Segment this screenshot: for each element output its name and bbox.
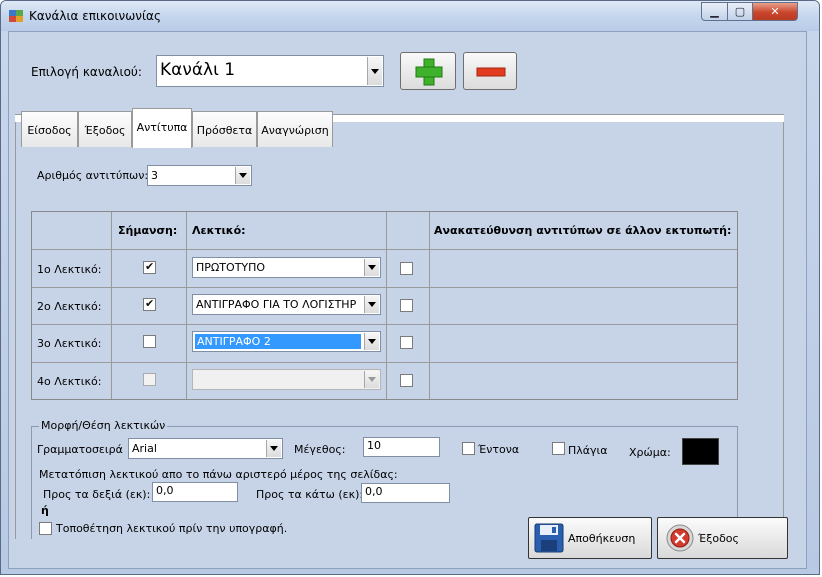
col-divider [429,212,430,399]
down-offset-label: Προς τα κάτω (εκ): [256,488,364,501]
color-swatch[interactable] [682,438,719,465]
row-divider [32,324,737,325]
channel-value: Κανάλι 1 [160,60,236,80]
captions-table [31,211,738,400]
mark-checkbox-1[interactable] [143,260,156,274]
floppy-disk-icon [534,523,564,553]
tab-output-label: Έξοδος [84,124,126,137]
header-mark: Σήμανση: [118,224,178,237]
tab-extras[interactable]: Πρόσθετα [192,111,257,147]
main-window: Κανάλια επικοινωνίας ▁ ▢ ✕ Επιλογή καναλ… [0,0,820,575]
row-label: 1ο Λεκτικό: [37,263,102,276]
font-value: Arial [132,442,157,455]
mark-checkbox-4 [143,373,156,386]
exit-label: Έξοδος [698,532,739,545]
row-divider [32,249,737,250]
caption-value-1: ΠΡΩΤΟΤΥΠΟ [196,261,266,274]
tab-output[interactable]: Έξοδος [78,111,132,147]
right-offset-label: Προς τα δεξιά (εκ): [43,488,151,501]
or-label: ή [41,504,49,517]
caption-select-2[interactable]: ΑΝΤΙΓΡΑΦΟ ΓΙΑ ΤΟ ΛΟΓΙΣΤΗΡ [192,294,381,315]
col-divider [111,212,112,399]
bold-checkbox[interactable] [462,442,475,455]
font-label: Γραμματοσειρά [37,443,123,456]
row-divider [32,362,737,363]
down-offset-input[interactable]: 0,0 [361,483,450,503]
redirect-checkbox-4[interactable] [400,374,413,387]
close-icon: ✕ [770,5,780,18]
minimize-icon: ▁ [710,5,719,18]
remove-channel-button[interactable] [463,52,517,90]
add-channel-button[interactable] [400,52,456,90]
channel-label: Επιλογή καναλιού: [31,65,142,79]
font-select[interactable]: Arial [128,438,283,459]
chevron-down-icon [266,440,281,457]
maximize-icon: ▢ [734,5,746,18]
header-redirect: Ανακατεύθυνση αντιτύπων σε άλλον εκτυπωτ… [434,224,732,237]
row-label: 3ο Λεκτικό: [37,337,102,350]
redirect-checkbox-2[interactable] [400,299,413,312]
title-bar: Κανάλια επικοινωνίας ▁ ▢ ✕ [1,1,819,31]
minus-icon [476,67,506,77]
size-input[interactable]: 10 [363,437,440,457]
save-button[interactable]: Αποθήκευση [528,517,652,559]
tab-copies-label: Αντίτυπα [136,121,188,134]
copies-label: Αριθμός αντιτύπων: [37,169,149,182]
maximize-button[interactable]: ▢ [727,2,753,21]
caption-select-4 [192,369,381,390]
tab-recognition-label: Αναγνώριση [261,124,329,137]
header-caption: Λεκτικό: [192,224,246,237]
color-label: Χρώμα: [629,446,671,459]
redirect-checkbox-1[interactable] [400,262,413,275]
plus-icon [415,58,443,86]
chevron-down-icon [364,296,379,313]
col-divider [186,212,187,399]
caption-value-2: ΑΝΤΙΓΡΑΦΟ ΓΙΑ ΤΟ ΛΟΓΙΣΤΗΡ [196,298,357,311]
redirect-checkbox-3[interactable] [400,336,413,349]
tab-recognition[interactable]: Αναγνώριση [257,111,333,147]
chevron-down-icon [364,259,379,276]
offset-label: Μετατόπιση λεκτικού απο το πάνω αριστερό… [39,468,398,481]
save-label: Αποθήκευση [568,532,636,545]
row-label: 4ο Λεκτικό: [37,375,102,388]
caption-select-1[interactable]: ΠΡΩΤΟΤΥΠΟ [192,257,381,278]
exit-button[interactable]: Έξοδος [657,517,788,559]
col-divider [386,212,387,399]
italic-checkbox[interactable] [552,442,565,455]
mark-checkbox-3[interactable] [143,335,156,348]
format-group-title: Μορφή/Θέση λεκτικών [39,419,168,432]
tab-extras-label: Πρόσθετα [196,124,253,137]
cancel-icon [666,524,694,552]
row-label: 2ο Λεκτικό: [37,300,102,313]
minimize-button[interactable]: ▁ [701,2,728,21]
row-divider [32,287,737,288]
app-icon [9,10,23,22]
right-offset-input[interactable]: 0,0 [152,482,238,502]
caption-select-3[interactable]: ΑΝΤΙΓΡΑΦΟ 2 [192,331,381,352]
size-label: Μέγεθος: [294,443,346,456]
window-title: Κανάλια επικοινωνίας [29,9,161,23]
mark-checkbox-2[interactable] [143,297,156,311]
caption-value-3: ΑΝΤΙΓΡΑΦΟ 2 [195,334,361,349]
copies-select[interactable]: 3 [147,165,252,186]
close-button[interactable]: ✕ [752,2,798,21]
before-signature-label: Τοποθέτηση λεκτικού πρίν την υπογραφή. [56,522,288,535]
chevron-down-icon [235,167,250,184]
chevron-down-icon [364,371,379,388]
chevron-down-icon [367,57,382,85]
channel-select[interactable]: Κανάλι 1 [156,55,384,87]
chevron-down-icon [364,333,379,350]
copies-value: 3 [151,169,158,182]
bold-label: Έντονα [478,443,520,456]
tab-copies[interactable]: Αντίτυπα [132,108,192,148]
before-signature-checkbox[interactable] [39,522,52,535]
italic-label: Πλάγια [568,444,608,457]
tab-input[interactable]: Είσοδος [21,111,78,147]
tab-input-label: Είσοδος [27,124,72,137]
